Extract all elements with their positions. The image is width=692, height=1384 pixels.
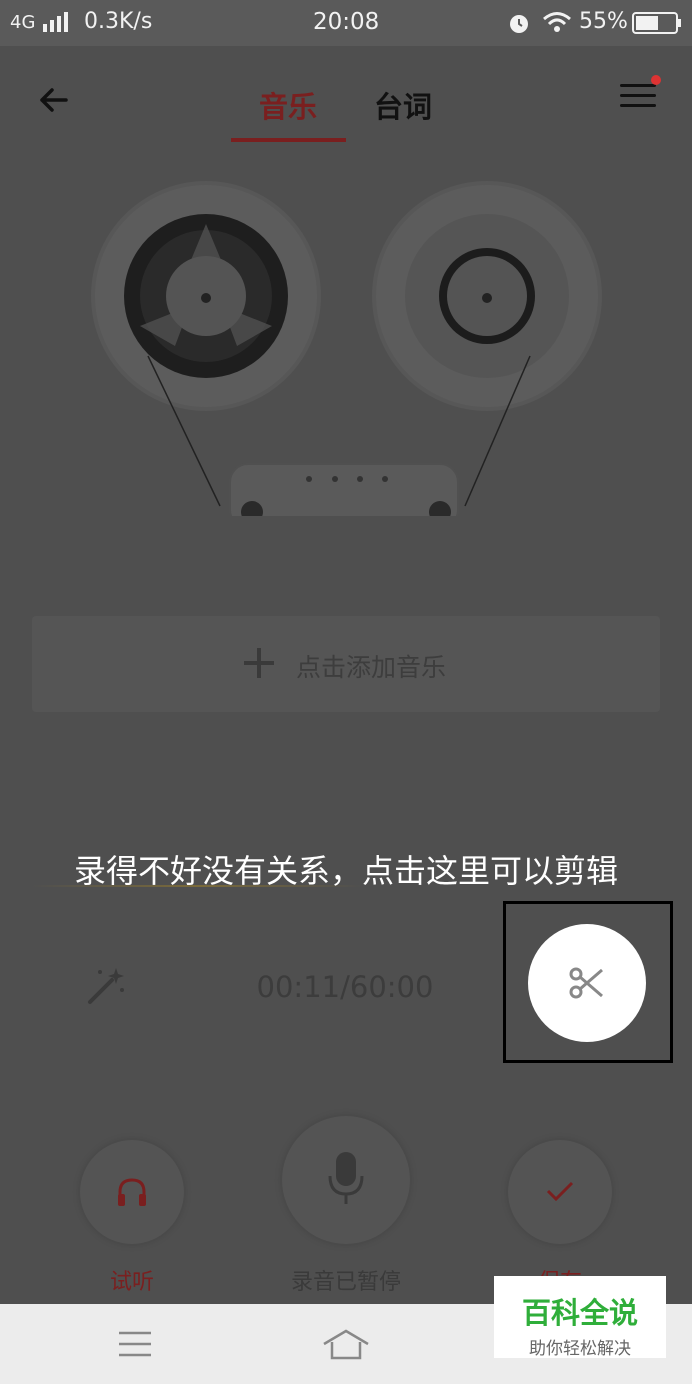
record-status-label: 录音已暂停 xyxy=(290,1270,401,1295)
active-tab-indicator xyxy=(231,138,346,142)
record-button[interactable] xyxy=(282,1116,410,1244)
headphones-icon xyxy=(118,1178,146,1206)
watermark-subtitle: 助你轻松解决 xyxy=(529,1339,631,1359)
back-arrow-icon[interactable] xyxy=(36,82,72,118)
network-speed: 0.3K/s xyxy=(84,9,153,34)
tab-lines[interactable]: 台词 xyxy=(374,84,432,126)
signal-icon xyxy=(43,12,68,32)
tab-music[interactable]: 音乐 xyxy=(259,84,317,126)
app-screen: 音乐 台词 点击添加音乐 录得不好没有关系，点击这里可以剪辑 00:11/60:… xyxy=(0,46,692,1304)
edit-button[interactable] xyxy=(528,924,646,1042)
home-icon[interactable] xyxy=(322,1328,370,1360)
save-button[interactable] xyxy=(508,1140,612,1244)
check-icon xyxy=(546,1181,574,1202)
clock: 20:08 xyxy=(313,9,380,35)
network-type: 4G xyxy=(10,12,36,33)
recording-timer: 00:11/60:00 xyxy=(256,970,434,1004)
tape-recorder-illustration xyxy=(91,181,602,516)
recents-icon[interactable] xyxy=(118,1330,152,1358)
wifi-icon xyxy=(543,12,571,32)
menu-icon[interactable] xyxy=(620,84,656,112)
listen-label: 试听 xyxy=(109,1270,154,1295)
scissors-icon xyxy=(569,967,603,999)
notification-dot xyxy=(651,75,661,85)
battery-icon xyxy=(632,12,681,34)
watermark-title: 百科全说 xyxy=(521,1296,638,1330)
status-bar: 4G 0.3K/s 20:08 55% xyxy=(0,0,692,46)
battery-percent: 55% xyxy=(579,9,628,34)
listen-button[interactable] xyxy=(80,1140,184,1244)
microphone-icon xyxy=(328,1152,364,1204)
add-music-button[interactable]: 点击添加音乐 xyxy=(32,616,660,712)
hint-underline xyxy=(32,885,362,887)
watermark-logo: 百科全说 助你轻松解决 xyxy=(494,1276,666,1359)
add-music-label: 点击添加音乐 xyxy=(296,653,447,682)
magic-wand-icon[interactable] xyxy=(86,964,128,1006)
plus-icon xyxy=(244,648,274,678)
alarm-icon xyxy=(510,15,528,33)
